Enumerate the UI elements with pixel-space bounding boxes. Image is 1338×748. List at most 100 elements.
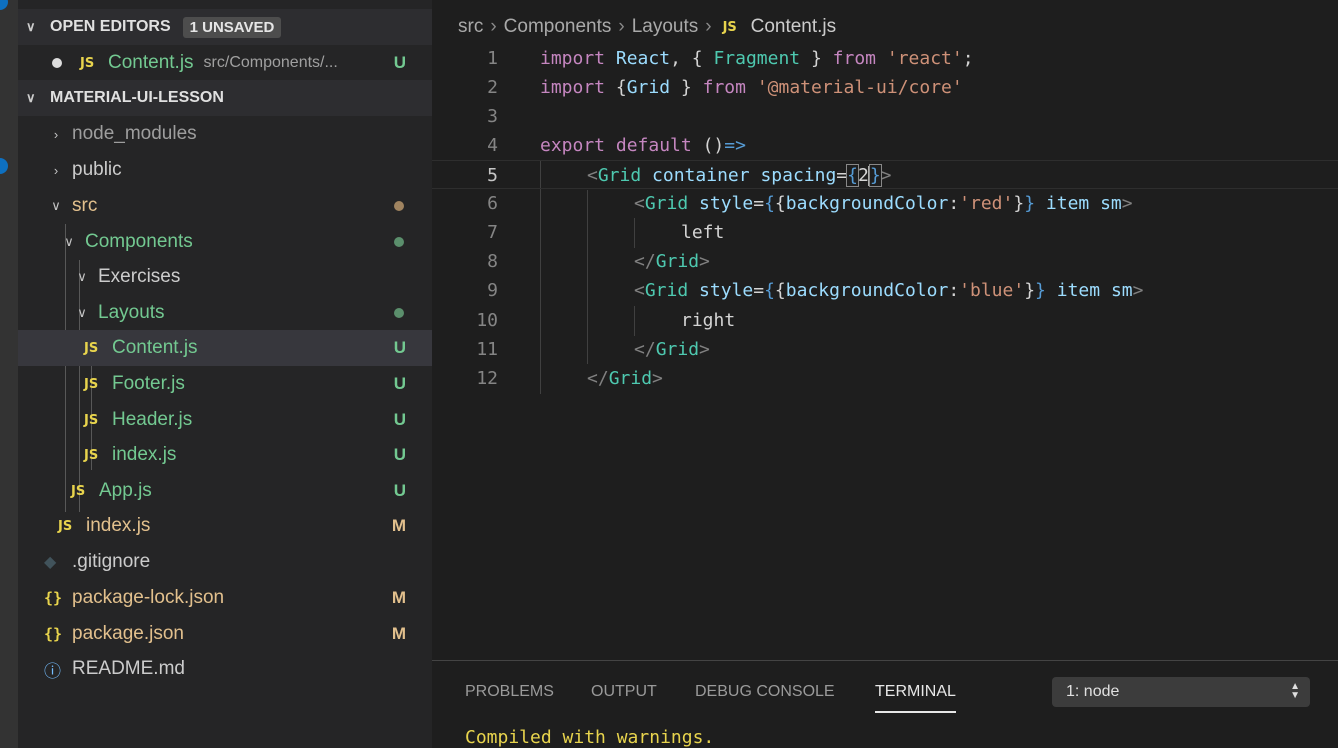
breadcrumb-item[interactable]: src bbox=[458, 16, 483, 38]
code-line[interactable]: 1 import React, { Fragment } from 'react… bbox=[432, 44, 1338, 73]
line-number: 11 bbox=[476, 339, 498, 360]
tab-debug-console[interactable]: DEBUG CONSOLE bbox=[695, 683, 835, 701]
tree-label: src bbox=[72, 195, 98, 216]
code-token: ; bbox=[962, 48, 974, 69]
js-file-icon: JS bbox=[58, 518, 73, 534]
json-file-icon: {} bbox=[44, 589, 63, 607]
code-line[interactable]: 4 export default ()=> bbox=[432, 131, 1338, 160]
bottom-panel: PROBLEMS OUTPUT DEBUG CONSOLE TERMINAL 1… bbox=[432, 660, 1338, 748]
code-token: Grid bbox=[655, 339, 700, 360]
git-status-badge: U bbox=[393, 481, 406, 500]
tree-folder[interactable]: › public bbox=[18, 152, 432, 188]
tree-file[interactable]: JS Header.js U bbox=[18, 402, 432, 438]
code-token: spacing bbox=[760, 165, 837, 186]
code-token: 'react' bbox=[886, 48, 963, 69]
code-token: Grid bbox=[597, 165, 642, 186]
code-token: backgroundColor bbox=[785, 193, 949, 214]
chevron-right-icon: › bbox=[618, 16, 625, 37]
tree-folder[interactable]: ∨ src bbox=[18, 188, 432, 224]
unsaved-dot-icon[interactable] bbox=[52, 58, 62, 68]
open-editor-item[interactable]: JS Content.js src/Components/... U bbox=[18, 45, 432, 81]
tree-folder[interactable]: ∨ Exercises bbox=[18, 259, 432, 295]
js-file-icon: JS bbox=[71, 483, 86, 499]
code-line[interactable]: 10 right bbox=[432, 306, 1338, 335]
select-arrows-icon: ▲ ▼ bbox=[1290, 681, 1300, 701]
code-text: <Grid style={{backgroundColor:'red'}} it… bbox=[634, 193, 1133, 214]
git-status-badge: U bbox=[393, 374, 406, 393]
tab-output[interactable]: OUTPUT bbox=[591, 683, 657, 701]
code-token: sm bbox=[1110, 280, 1133, 301]
code-token: Grid bbox=[644, 280, 689, 301]
project-header[interactable]: ∨ MATERIAL-UI-LESSON bbox=[18, 80, 432, 116]
open-editors-header[interactable]: ∨ OPEN EDITORS 1 UNSAVED bbox=[18, 9, 432, 45]
code-line[interactable]: 12 </Grid> bbox=[432, 364, 1338, 393]
explorer-sidebar: ∨ OPEN EDITORS 1 UNSAVED JS Content.js s… bbox=[18, 0, 432, 748]
js-file-icon: JS bbox=[84, 340, 99, 356]
activity-bar bbox=[0, 0, 18, 748]
tree-label: README.md bbox=[72, 658, 185, 679]
chevron-right-icon: › bbox=[705, 16, 712, 37]
git-status-badge: U bbox=[393, 410, 406, 429]
tree-file[interactable]: ◆ .gitignore bbox=[18, 544, 432, 580]
chevron-down-icon: ∨ bbox=[77, 305, 87, 320]
code-token: item bbox=[1056, 280, 1101, 301]
terminal-select[interactable]: 1: node ▲ ▼ bbox=[1052, 677, 1310, 707]
code-text: </Grid> bbox=[587, 368, 663, 389]
tree-label: index.js bbox=[86, 515, 151, 536]
line-number: 4 bbox=[487, 135, 498, 156]
tree-file[interactable]: {} package-lock.json M bbox=[18, 580, 432, 616]
open-editors-title: OPEN EDITORS bbox=[50, 18, 171, 35]
chevron-down-icon: ∨ bbox=[64, 234, 74, 249]
modified-dot-icon bbox=[394, 201, 404, 211]
line-number: 3 bbox=[487, 106, 498, 127]
line-number: 6 bbox=[487, 193, 498, 214]
code-line[interactable]: 9 <Grid style={{backgroundColor:'blue'}}… bbox=[432, 276, 1338, 305]
tree-folder[interactable]: ∨ Layouts bbox=[18, 295, 432, 331]
terminal-output: Compiled with warnings. bbox=[465, 727, 715, 748]
tree-file[interactable]: JS Footer.js U bbox=[18, 366, 432, 402]
tree-label: Exercises bbox=[98, 266, 181, 287]
tab-terminal[interactable]: TERMINAL bbox=[875, 683, 956, 713]
code-text: import React, { Fragment } from 'react'; bbox=[540, 48, 974, 69]
code-token: Grid bbox=[608, 368, 653, 389]
tree-label: Header.js bbox=[112, 409, 193, 430]
breadcrumb-item[interactable]: Content.js bbox=[751, 16, 837, 38]
tree-label: Layouts bbox=[98, 302, 165, 323]
activity-badge-icon[interactable] bbox=[0, 0, 8, 10]
code-line[interactable]: 11 </Grid> bbox=[432, 335, 1338, 364]
breadcrumb-item[interactable]: Components bbox=[504, 16, 612, 38]
code-line[interactable]: 3 bbox=[432, 102, 1338, 131]
tree-file-selected[interactable]: JS Content.js U bbox=[18, 330, 432, 366]
code-token: import bbox=[540, 77, 606, 98]
code-token: 'red' bbox=[959, 193, 1014, 214]
code-line[interactable]: 7 left bbox=[432, 218, 1338, 247]
code-token: () bbox=[702, 135, 725, 156]
code-token: } bbox=[680, 77, 692, 98]
code-editor[interactable]: src › Components › Layouts › JS Content.… bbox=[432, 0, 1338, 660]
code-token: Fragment bbox=[713, 48, 801, 69]
tree-file[interactable]: JS App.js U bbox=[18, 473, 432, 509]
git-status-badge: M bbox=[391, 516, 406, 535]
tree-file[interactable]: {} package.json M bbox=[18, 616, 432, 652]
tree-folder[interactable]: ∨ Components bbox=[18, 224, 432, 260]
tree-label: package.json bbox=[72, 623, 184, 644]
chevron-down-icon: ∨ bbox=[26, 90, 36, 105]
tree-file[interactable]: JS index.js M bbox=[18, 508, 432, 544]
code-line-active[interactable]: 5 <Grid container spacing={2}> bbox=[432, 160, 1338, 189]
tree-folder[interactable]: › node_modules bbox=[18, 116, 432, 152]
tab-problems[interactable]: PROBLEMS bbox=[465, 683, 554, 701]
untracked-dot-icon bbox=[394, 237, 404, 247]
code-line[interactable]: 2 import {Grid } from '@material-ui/core… bbox=[432, 73, 1338, 102]
git-status-badge: U bbox=[393, 338, 406, 357]
chevron-down-icon: ∨ bbox=[26, 19, 36, 34]
activity-badge-icon[interactable] bbox=[0, 158, 8, 174]
breadcrumb-item[interactable]: Layouts bbox=[632, 16, 699, 38]
code-token: React bbox=[615, 48, 671, 69]
code-token: from bbox=[832, 48, 877, 69]
untracked-dot-icon bbox=[394, 308, 404, 318]
code-line[interactable]: 8 </Grid> bbox=[432, 247, 1338, 276]
unsaved-badge: 1 UNSAVED bbox=[182, 16, 282, 38]
tree-file[interactable]: ⓘ README.md bbox=[18, 651, 432, 687]
code-line[interactable]: 6 <Grid style={{backgroundColor:'red'}} … bbox=[432, 189, 1338, 218]
tree-file[interactable]: JS index.js U bbox=[18, 437, 432, 473]
